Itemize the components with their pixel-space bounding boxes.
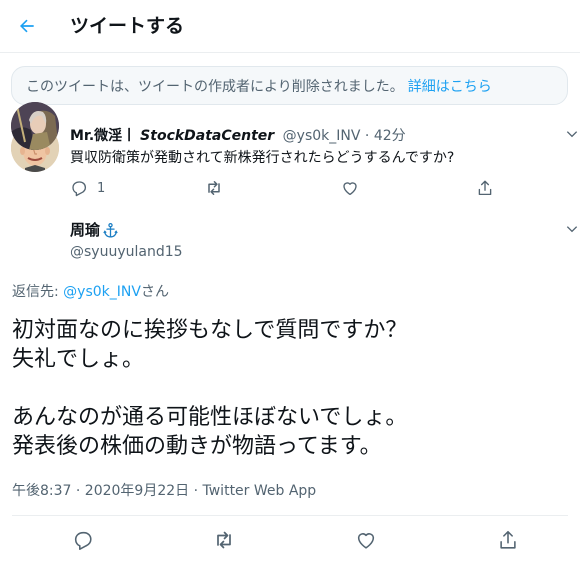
heart-icon — [343, 182, 357, 196]
learn-more-link[interactable]: 詳細はこちら — [408, 76, 492, 96]
reply-icon — [72, 181, 87, 197]
parent-like-button[interactable] — [341, 176, 359, 200]
main-handle[interactable]: @syuuyuland15 — [70, 242, 183, 262]
chevron-down-icon — [566, 131, 578, 138]
main-author-avatar[interactable] — [11, 102, 59, 150]
tweet-meta: 午後8:37 · 2020年9月22日 · Twitter Web App — [12, 481, 316, 501]
tweet-line — [12, 374, 568, 403]
page-title: ツイートする — [70, 15, 185, 37]
tweet-source-link[interactable]: Twitter Web App — [203, 483, 317, 499]
share-button[interactable] — [495, 527, 521, 553]
chevron-down-icon — [566, 226, 578, 233]
avatar-character-image — [11, 102, 59, 150]
anchor-icon — [103, 222, 118, 238]
main-display-name[interactable]: 周瑜 — [70, 220, 100, 240]
parent-author[interactable]: Mr.微淫丨 StockDataCenter @ys0k_INV · 42分 — [70, 126, 406, 146]
reply-prefix: 返信先: — [12, 284, 64, 300]
parent-time[interactable]: 42分 — [374, 128, 406, 144]
parent-tweet[interactable]: Mr.微淫丨 StockDataCenter @ys0k_INV · 42分 買収… — [0, 114, 580, 210]
tweet-line: 初対面なのに挨拶もなしで質問ですか？ — [12, 318, 408, 343]
parent-display-name-italic[interactable]: StockDataCenter — [140, 128, 274, 144]
parent-more-menu[interactable] — [562, 124, 580, 144]
reply-icon — [74, 531, 92, 550]
tweet-line: 失礼でしょ。 — [12, 347, 145, 372]
deleted-notice-text: このツイートは、ツイートの作成者により削除されました。 — [26, 78, 404, 95]
heart-icon — [357, 533, 375, 549]
main-tweet-text: 初対面なのに挨拶もなしで質問ですか？ 失礼でしょ。 あんなのが通る可能性ほぼない… — [12, 316, 568, 461]
reply-button[interactable] — [70, 527, 96, 553]
parent-share-button[interactable] — [476, 176, 494, 200]
parent-reply-count: 1 — [97, 180, 106, 196]
top-bar: ツイートする — [0, 0, 580, 53]
parent-handle[interactable]: @ys0k_INV — [283, 128, 361, 144]
main-action-bar — [0, 527, 580, 553]
retweet-button[interactable] — [211, 527, 237, 553]
like-button[interactable] — [353, 527, 379, 553]
retweet-icon — [217, 531, 231, 549]
deleted-tweet-notice: このツイートは、ツイートの作成者により削除されました。 詳細はこちら — [11, 66, 568, 105]
parent-tweet-text: 買収防衛策が発動されて新株発行されたらどうするんですか? — [70, 150, 455, 166]
tweet-timestamp-link[interactable]: 午後8:37 · 2020年9月22日 · — [12, 483, 203, 499]
tweet-line: あんなのが通る可能性ほぼないでしょ。 — [12, 405, 408, 430]
reply-to-handle-link[interactable]: @ys0k_INV — [63, 284, 141, 300]
share-icon — [500, 530, 516, 549]
parent-action-bar: 1 — [70, 176, 500, 200]
main-more-menu[interactable] — [562, 219, 580, 239]
main-author-name[interactable]: 周瑜 — [70, 220, 119, 240]
replying-to: 返信先: @ys0k_INVさん — [12, 282, 169, 302]
back-button[interactable] — [12, 11, 42, 41]
back-arrow-icon — [20, 19, 34, 33]
parent-separator: · — [364, 128, 370, 144]
divider — [12, 515, 568, 516]
reply-suffix: さん — [140, 284, 169, 300]
parent-display-name[interactable]: Mr.微淫丨 — [70, 128, 136, 144]
retweet-icon — [208, 181, 220, 195]
share-icon — [478, 180, 492, 196]
tweet-line: 発表後の株価の動きが物語ってます。 — [12, 434, 382, 459]
parent-reply-button[interactable]: 1 — [70, 176, 105, 200]
parent-retweet-button[interactable] — [204, 176, 224, 200]
